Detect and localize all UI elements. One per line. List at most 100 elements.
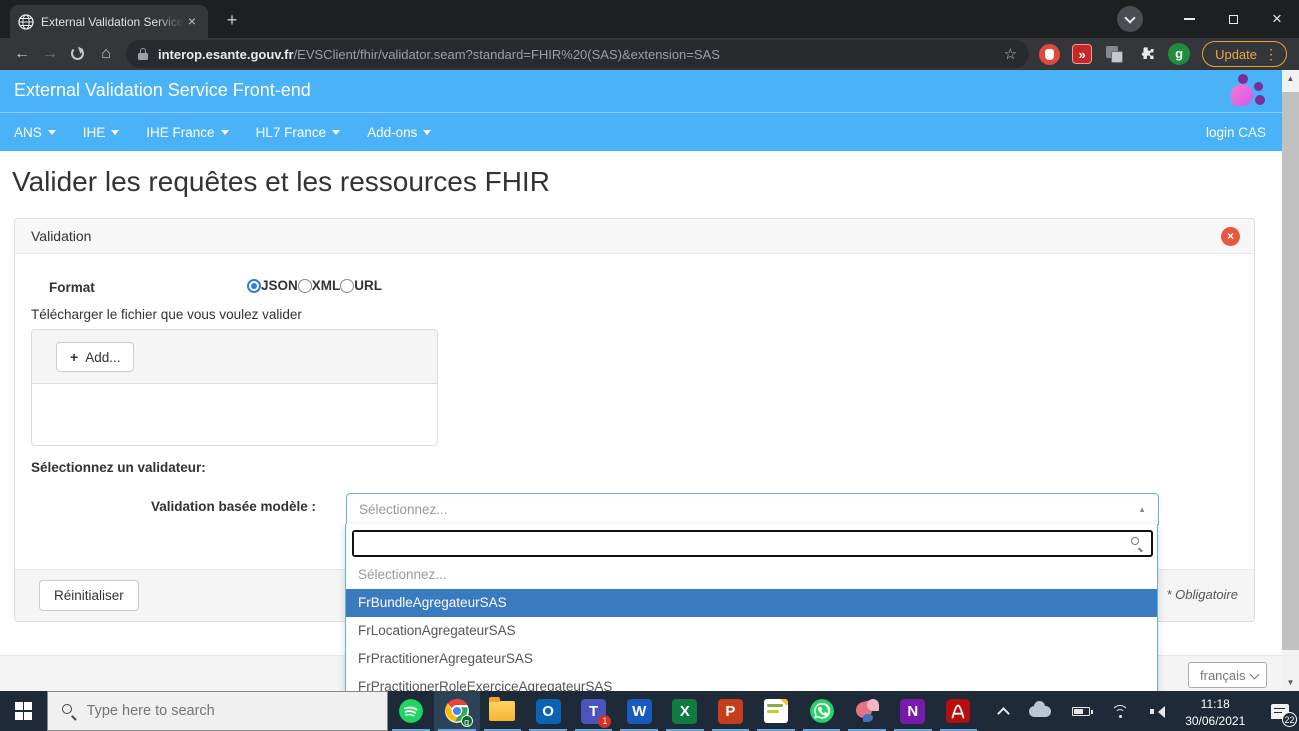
browser-toolbar: ← → ⌂ interop.esante.gouv.fr/EVSClient/f…: [0, 38, 1299, 70]
action-center-button[interactable]: 22: [1260, 691, 1299, 731]
tray-chevron-up-icon[interactable]: [997, 707, 1010, 720]
powerpoint-icon[interactable]: P: [708, 691, 754, 731]
url-path: /EVSClient/fhir/validator.seam?standard=…: [294, 47, 720, 62]
panel-close-icon[interactable]: ×: [1221, 227, 1240, 246]
onenote-icon[interactable]: N: [890, 691, 936, 731]
radio-json[interactable]: [247, 279, 261, 293]
caret-down-icon: [111, 130, 119, 139]
nav-item-hl7-france[interactable]: HL7 France: [256, 125, 341, 140]
format-radio-group: JSON XML URL: [247, 278, 382, 293]
dropdown-search-input[interactable]: [354, 532, 1121, 555]
teams-icon[interactable]: T 1: [571, 691, 617, 731]
pink-app-icon[interactable]: [844, 691, 890, 731]
tab-close-icon[interactable]: ×: [184, 14, 200, 30]
fast-forward-extension-icon[interactable]: »: [1072, 44, 1092, 64]
scroll-down-icon[interactable]: ▼: [1282, 674, 1299, 691]
address-bar[interactable]: interop.esante.gouv.fr/EVSClient/fhir/va…: [126, 40, 1029, 68]
dropdown-option[interactable]: FrPractitionerRoleExerciceAgregateurSAS: [346, 673, 1157, 691]
chrome-profile-menu-icon[interactable]: [1117, 6, 1143, 32]
taskbar-search[interactable]: [47, 691, 389, 731]
scroll-up-icon[interactable]: ▲: [1282, 70, 1299, 87]
lock-icon[interactable]: [138, 48, 148, 60]
caret-down-icon: [332, 130, 340, 139]
drawing-app-icon[interactable]: [753, 691, 799, 731]
excel-icon[interactable]: X: [662, 691, 708, 731]
validator-dropdown: Sélectionnez... FrBundleAgregateurSAS Fr…: [345, 524, 1158, 691]
radio-json-label[interactable]: JSON: [261, 278, 298, 293]
spotify-icon[interactable]: [388, 691, 434, 731]
bookmark-star-icon[interactable]: ☆: [1004, 45, 1017, 63]
radio-url-label[interactable]: URL: [354, 278, 382, 293]
home-button[interactable]: ⌂: [92, 40, 120, 68]
window-restore-button[interactable]: [1211, 0, 1255, 38]
extensions-puzzle-icon[interactable]: [1136, 44, 1156, 64]
caret-down-icon: [423, 130, 431, 139]
word-icon[interactable]: W: [616, 691, 662, 731]
clock-date: 30/06/2021: [1184, 713, 1246, 730]
notification-badge: 22: [1282, 712, 1297, 727]
format-label: Format: [49, 280, 95, 295]
taskbar-search-input[interactable]: [87, 703, 357, 719]
start-button[interactable]: [0, 691, 47, 731]
tabs-extension-icon[interactable]: [1104, 44, 1124, 64]
window-close-button[interactable]: ×: [1255, 0, 1299, 38]
acrobat-icon[interactable]: [936, 691, 982, 731]
teams-badge: 1: [598, 715, 611, 728]
battery-icon[interactable]: [1072, 707, 1090, 716]
reset-button[interactable]: Réinitialiser: [39, 580, 139, 611]
whatsapp-icon[interactable]: [799, 691, 845, 731]
radio-xml[interactable]: [298, 279, 312, 293]
caret-up-icon: ▲: [1138, 505, 1146, 514]
caret-down-icon: [48, 130, 56, 139]
search-icon: [1131, 537, 1144, 550]
extensions-area: » g Update ⋮: [1039, 41, 1287, 67]
language-select[interactable]: français: [1188, 662, 1267, 688]
radio-url[interactable]: [340, 279, 354, 293]
nav-item-ihe[interactable]: IHE: [83, 125, 120, 140]
ans-logo-icon: [1229, 74, 1265, 108]
dropdown-option-highlighted[interactable]: FrBundleAgregateurSAS: [346, 589, 1157, 617]
back-button[interactable]: ←: [8, 40, 36, 68]
dropdown-option[interactable]: FrPractitionerAgregateurSAS: [346, 645, 1157, 673]
validator-heading: Sélectionnez un validateur:: [31, 460, 206, 475]
dropdown-search-box[interactable]: [352, 530, 1153, 557]
model-validation-label: Validation basée modèle :: [151, 499, 316, 514]
page-scrollbar[interactable]: ▲ ▼: [1282, 70, 1299, 691]
panel-header: Validation ×: [15, 219, 1254, 254]
taskbar-clock[interactable]: 11:18 30/06/2021: [1184, 691, 1246, 731]
nav-item-ihe-france[interactable]: IHE France: [146, 125, 228, 140]
dropdown-option[interactable]: FrLocationAgregateurSAS: [346, 617, 1157, 645]
search-icon: [62, 704, 77, 719]
volume-icon[interactable]: [1150, 705, 1166, 718]
dropdown-option[interactable]: Sélectionnez...: [346, 561, 1157, 589]
add-file-button[interactable]: + Add...: [56, 342, 134, 372]
plus-icon: +: [70, 349, 78, 365]
nav-item-ans[interactable]: ANS: [14, 125, 56, 140]
caret-down-icon: [221, 130, 229, 139]
onedrive-cloud-icon[interactable]: [1029, 706, 1051, 717]
nav-item-addons[interactable]: Add-ons: [367, 125, 431, 140]
chevron-down-icon: [1250, 670, 1260, 680]
select-value: Sélectionnez...: [359, 502, 448, 517]
update-button[interactable]: Update ⋮: [1202, 41, 1287, 67]
screen: External Validation Service Front × + × …: [0, 0, 1299, 731]
login-cas-link[interactable]: login CAS: [1206, 125, 1266, 140]
chrome-icon[interactable]: g: [434, 691, 480, 731]
file-explorer-icon[interactable]: [480, 691, 526, 731]
wifi-icon[interactable]: [1111, 705, 1129, 718]
validator-select[interactable]: Sélectionnez... ▲: [346, 493, 1159, 525]
window-minimize-button[interactable]: [1167, 0, 1211, 38]
browser-tab[interactable]: External Validation Service Front ×: [10, 5, 208, 38]
panel-title: Validation: [31, 228, 91, 244]
reload-button[interactable]: [64, 40, 92, 68]
profile-avatar[interactable]: g: [1168, 43, 1190, 65]
adblock-hand-extension-icon[interactable]: [1039, 44, 1060, 65]
new-tab-button[interactable]: +: [220, 9, 244, 33]
radio-xml-label[interactable]: XML: [312, 278, 341, 293]
clock-time: 11:18: [1184, 696, 1246, 713]
required-note: * Obligatoire: [1166, 587, 1238, 602]
browser-menu-icon[interactable]: ⋮: [1264, 46, 1278, 63]
outlook-icon[interactable]: O: [525, 691, 571, 731]
scrollbar-thumb[interactable]: [1282, 92, 1299, 650]
forward-button[interactable]: →: [36, 40, 64, 68]
